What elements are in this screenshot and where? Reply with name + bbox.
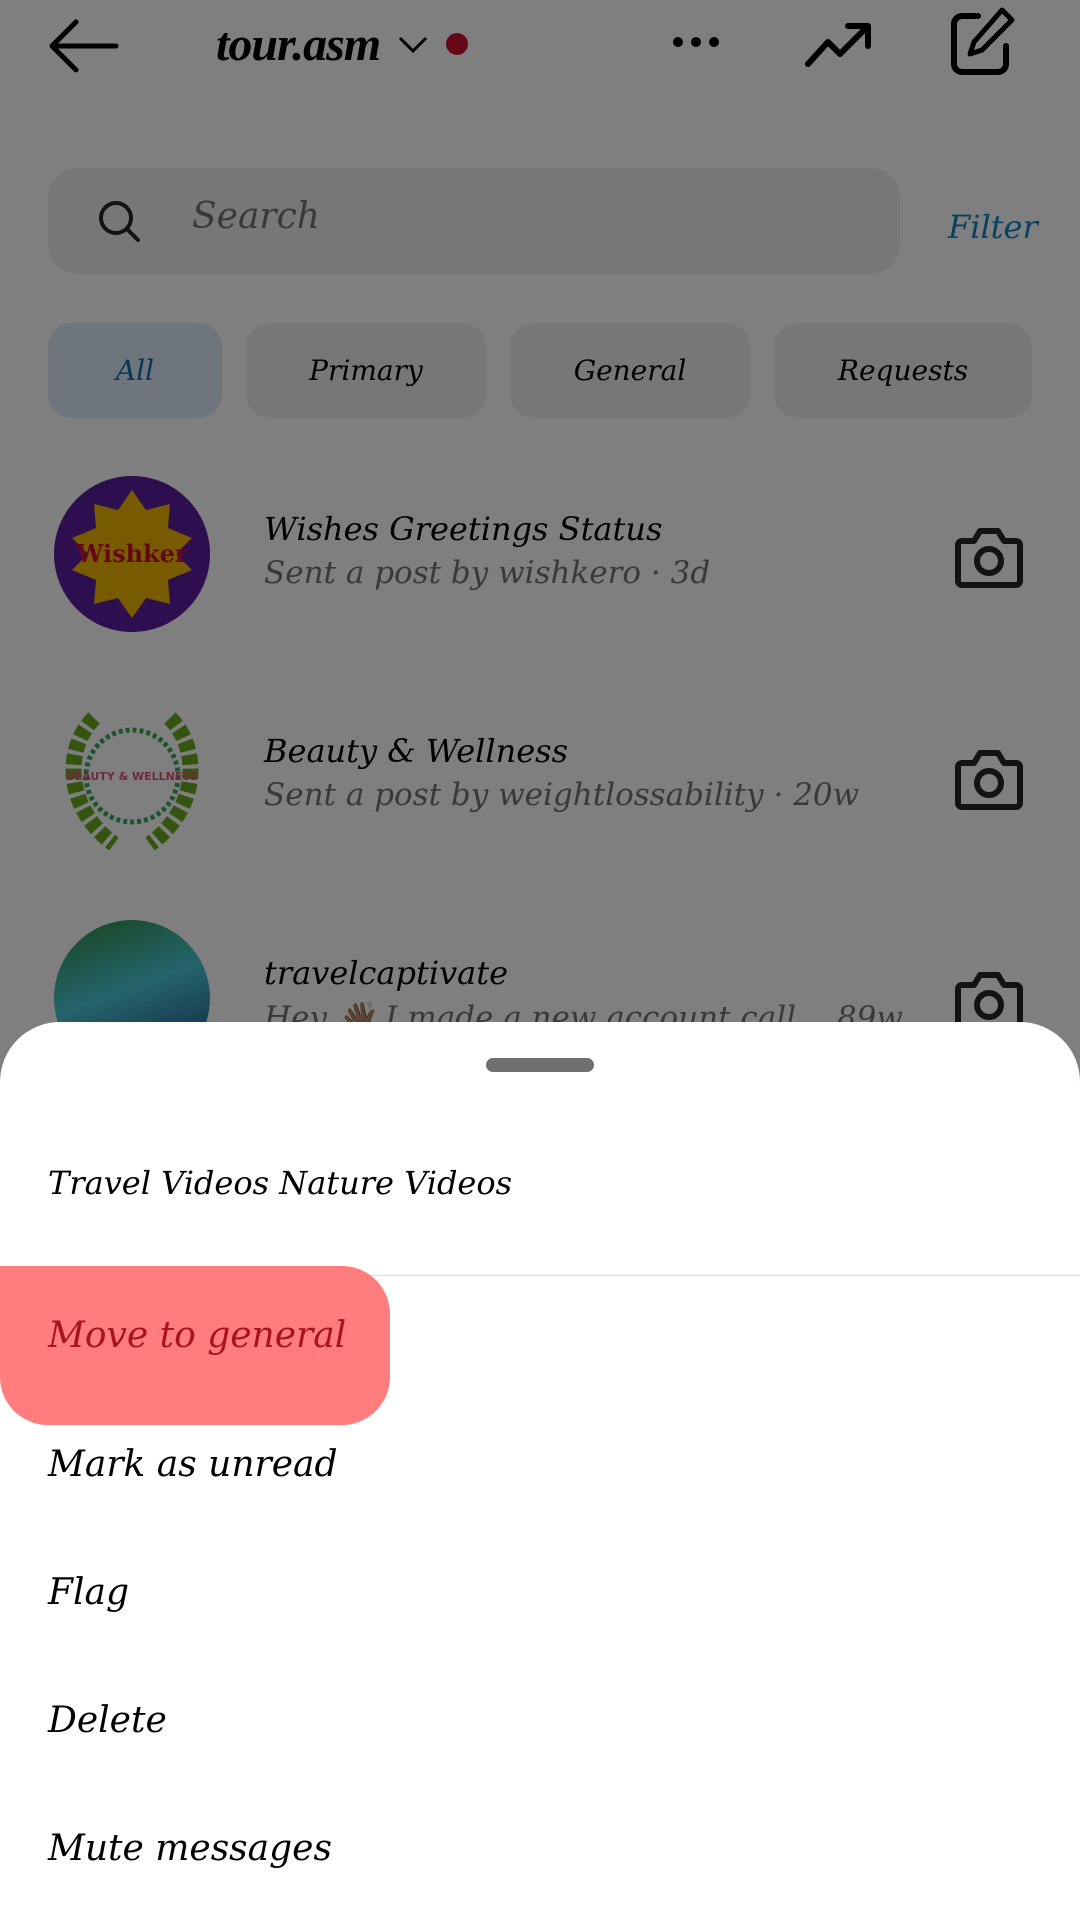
drag-handle[interactable] xyxy=(486,1058,594,1072)
direct-messages-screen: tour.asm Search F xyxy=(0,0,1080,1920)
menu-item-flag[interactable]: Flag xyxy=(48,1572,129,1613)
menu-item-mute-messages[interactable]: Mute messages xyxy=(48,1828,332,1869)
sheet-title: Travel Videos Nature Videos xyxy=(48,1164,513,1202)
menu-item-delete[interactable]: Delete xyxy=(48,1700,167,1741)
bottom-sheet: Travel Videos Nature Videos Move to gene… xyxy=(0,1022,1080,1920)
menu-item-move-to-general[interactable]: Move to general xyxy=(48,1315,346,1356)
menu-item-mark-as-unread[interactable]: Mark as unread xyxy=(48,1444,338,1485)
